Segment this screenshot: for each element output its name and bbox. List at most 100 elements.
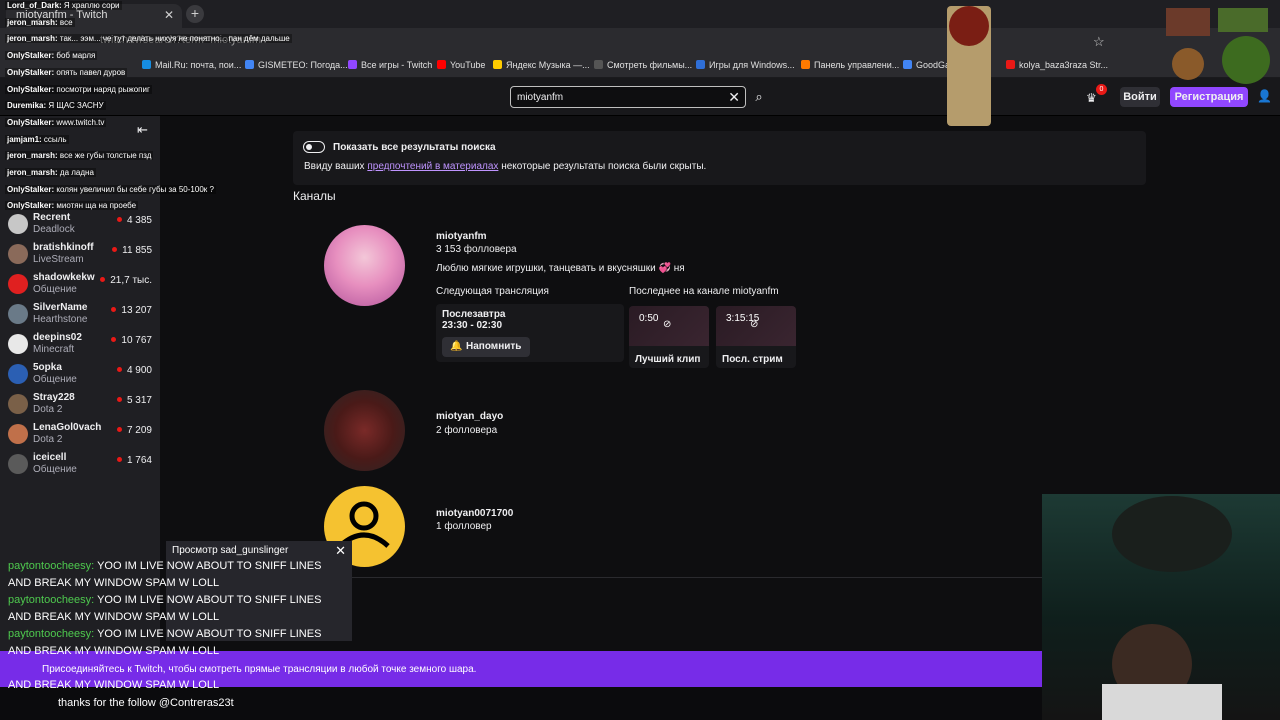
bookmark-icon [1006, 60, 1015, 69]
schedule-card: Послезавтра 23:30 - 02:30 🔔 Напомнить [436, 304, 624, 362]
bookmark-label: GISMETEO: Погода... [258, 60, 348, 70]
bookmark-icon [903, 60, 912, 69]
sidebar-channel[interactable]: Stray228 Dota 2 5 317 [0, 389, 160, 419]
close-icon[interactable]: ✕ [728, 89, 740, 106]
bookmark-item[interactable]: Панель управлени... [801, 60, 899, 70]
chat-user: OnlyStalker: [7, 201, 55, 211]
collapse-icon[interactable]: ⇤ [137, 122, 148, 138]
chat-text: все [57, 17, 73, 27]
chat-message: OnlyStalker: посмотри наряд рыжопиг [5, 84, 152, 94]
bell-icon: 🔔 [450, 341, 463, 352]
bookmark-item[interactable]: GISMETEO: Погода... [245, 60, 348, 70]
note-text: некоторые результаты поиска были скрыты. [498, 161, 707, 172]
chat-user: jamjam1: [7, 134, 42, 144]
viewer-count: 7 209 [117, 425, 152, 436]
stream-label: Посл. стрим [722, 354, 783, 365]
chat-user: OnlyStalker: [7, 184, 55, 194]
mini-player[interactable]: Просмотр sad_gunslinger ✕ [166, 541, 352, 641]
channel-name: Recrent [33, 212, 71, 223]
sidebar-channel[interactable]: LenaGol0vach Dota 2 7 209 [0, 419, 160, 449]
search-icon[interactable]: ⌕ [748, 86, 770, 108]
chat-user: OnlyStalker: [7, 51, 55, 61]
channel-bio: Люблю мягкие игрушки, танцевать и вкусня… [436, 263, 685, 274]
new-tab-button[interactable]: + [186, 5, 204, 23]
bookmark-label: kolya_baza3raza Str... [1019, 60, 1109, 70]
last-stream-card[interactable]: 3:15:15 ⊘ Посл. стрим [716, 306, 796, 368]
channel-game: Deadlock [33, 224, 75, 235]
bookmark-item[interactable]: kolya_baza3raza Str... [1006, 60, 1108, 70]
channel-game: Dota 2 [33, 434, 63, 445]
sidebar-channel[interactable]: iceicell Общение 1 764 [0, 449, 160, 479]
channel-name: bratishkinoff [33, 242, 94, 253]
channel-game: Общение [33, 464, 77, 475]
chat-message: Lord_of_Dark: Я храплю сори [5, 1, 122, 10]
bookmark-item[interactable]: Mail.Ru: почта, пои... [142, 60, 241, 70]
chat-message: jamjam1: ссыль [5, 134, 69, 144]
sidebar-channel[interactable]: deepins02 Minecraft 10 767 [0, 329, 160, 359]
search-value[interactable]: miotyanfm [517, 92, 563, 103]
avatar [8, 334, 28, 354]
spam-message: paytontoocheesy: YOO IM LIVE NOW ABOUT T… [8, 594, 321, 606]
remind-button[interactable]: 🔔 Напомнить [442, 337, 530, 357]
channel-name[interactable]: miotyanfm [436, 231, 487, 242]
chat-text: опять павел дуров [54, 67, 126, 77]
channel-name: iceicell [33, 452, 67, 463]
chat-user: jeron_marsh: [7, 151, 58, 161]
bookmark-item[interactable]: Игры для Windows... [696, 60, 795, 70]
bookmark-icon [594, 60, 603, 69]
parchment-seal [947, 6, 991, 126]
signup-button[interactable]: Регистрация [1170, 87, 1248, 107]
bookmark-item[interactable]: Смотреть фильмы... [594, 60, 692, 70]
avatar [8, 364, 28, 384]
channel-game: Общение [33, 284, 77, 295]
bookmark-item[interactable]: Все игры - Twitch [348, 60, 432, 70]
chat-user: jeron_marsh: [7, 168, 58, 177]
sidebar-channel[interactable]: SilverName Hearthstone 13 207 [0, 299, 160, 329]
search-input[interactable]: miotyanfm ✕ [510, 86, 746, 108]
clip-label: Лучший клип [635, 354, 701, 365]
mini-player-title: Просмотр sad_gunslinger [172, 545, 289, 556]
chat-text: YOO IM LIVE NOW ABOUT TO SNIFF LINES [94, 560, 322, 572]
chat-message: jeron_marsh: все же губы толстые пзд [5, 151, 154, 161]
show-all-toggle[interactable] [303, 141, 325, 153]
channel-name[interactable]: miotyan0071700 [436, 508, 513, 519]
crown-icon[interactable]: ♛ [1086, 91, 1097, 105]
spam-message: paytontoocheesy: YOO IM LIVE NOW ABOUT T… [8, 628, 321, 640]
viewer-count: 5 317 [117, 395, 152, 406]
twitch-topbar: miotyanfm ✕ ⌕ ♛ 0 Войти Регистрация 👤 [0, 78, 1280, 116]
schedule-day: Послезавтра [442, 309, 506, 320]
avatar[interactable] [324, 225, 405, 306]
bookmarks-bar: Mail.Ru: почта, пои... GISMETEO: Погода..… [0, 56, 1280, 78]
close-icon[interactable]: ✕ [164, 8, 174, 22]
chat-text: колян увеличил бы себе губы за 50-100к ? [54, 184, 214, 194]
bio-text: Люблю мягкие игрушки, танцевать и вкусня… [436, 263, 656, 274]
user-icon[interactable]: 👤 [1257, 89, 1272, 103]
sidebar-channel[interactable]: shadowkekw Общение 21,7 тыс. [0, 269, 160, 299]
channel-game: Hearthstone [33, 314, 88, 325]
close-icon[interactable]: ✕ [335, 543, 346, 559]
hidden-eye-icon: ⊘ [663, 319, 672, 330]
chat-text: Я храплю сори [61, 1, 120, 10]
preferences-link[interactable]: предпочтений в материалах [367, 161, 498, 172]
spam-message-cont: AND BREAK MY WINDOW SPAM W LOLL [8, 645, 220, 657]
chat-user: OnlyStalker: [7, 84, 55, 94]
sidebar-channel[interactable]: Recrent Deadlock 4 385 [0, 209, 160, 239]
sidebar-channel[interactable]: 5opka Общение 4 900 [0, 359, 160, 389]
avatar [8, 304, 28, 324]
best-clip-card[interactable]: 0:50 ⊘ Лучший клип [629, 306, 709, 368]
avatar[interactable] [324, 390, 405, 471]
star-icon[interactable]: ☆ [1093, 34, 1105, 50]
chat-message: Duremika: Я ЩАС ЗАСНУ [5, 101, 106, 111]
schedule-time: 23:30 - 02:30 [442, 320, 503, 331]
chat-user: jeron_marsh: [7, 34, 58, 44]
channel-name[interactable]: miotyan_dayo [436, 411, 503, 422]
chat-user: OnlyStalker: [7, 117, 55, 127]
banner-text: Присоединяйтесь к Twitch, чтобы смотреть… [42, 664, 477, 675]
follower-count: 3 153 фолловера [436, 244, 517, 255]
avatar [8, 454, 28, 474]
login-button[interactable]: Войти [1120, 87, 1160, 107]
sidebar-channel[interactable]: bratishkinoff LiveStream 11 855 [0, 239, 160, 269]
avatar [8, 424, 28, 444]
bookmark-item[interactable]: YouTube [437, 60, 485, 70]
bookmark-item[interactable]: Яндекс Музыка —... [493, 60, 590, 70]
